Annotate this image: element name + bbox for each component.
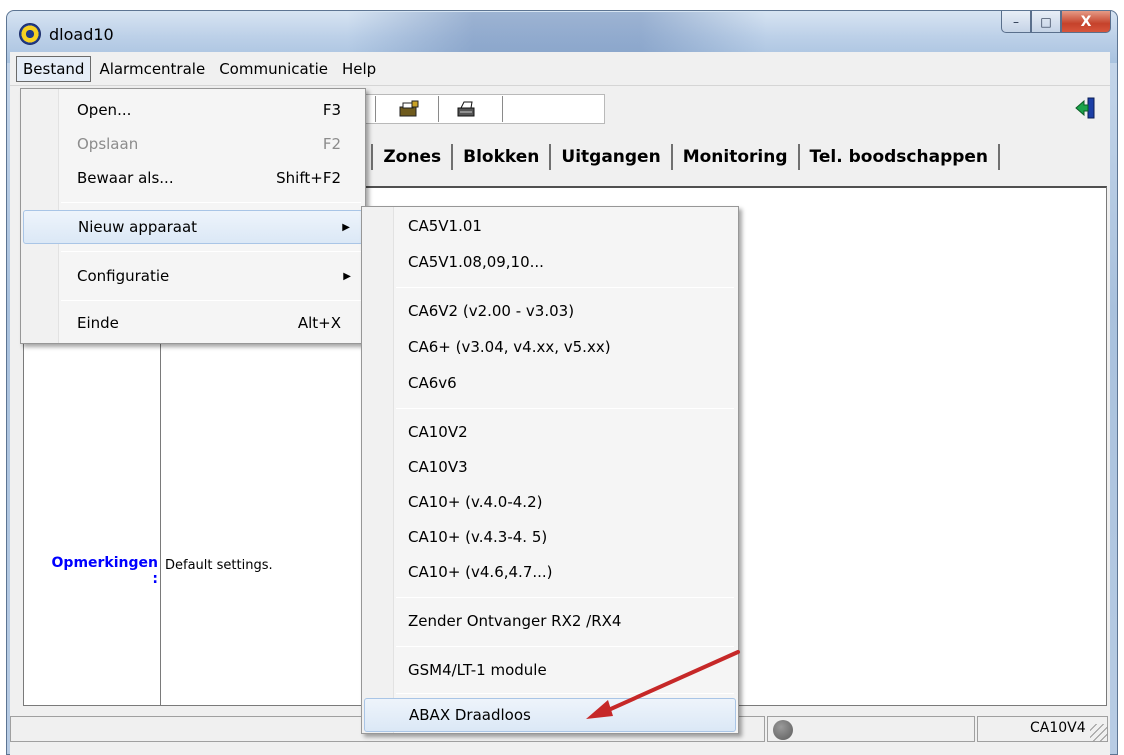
menu-item-bewaar-als[interactable]: Bewaar als... Shift+F2	[23, 161, 363, 195]
device-item-ca10-plus-43[interactable]: CA10+ (v.4.3-4. 5)	[364, 520, 736, 554]
menu-item-label: GSM4/LT-1 module	[408, 661, 547, 679]
menu-item-label: Open...	[77, 101, 132, 119]
menu-item-label: CA6V2 (v2.00 - v3.03)	[408, 302, 575, 320]
menu-item-open[interactable]: Open... F3	[23, 93, 363, 127]
resize-grip-icon[interactable]	[1090, 724, 1108, 742]
device-item-ca5v1-08[interactable]: CA5V1.08,09,10...	[364, 245, 736, 279]
window-title: dload10	[49, 25, 114, 44]
tab-strip: el Zones Blokken Uitgangen Monitoring Te…	[340, 141, 1001, 173]
tab-zones[interactable]: Zones	[373, 144, 454, 170]
status-cell-led	[767, 716, 975, 742]
menu-item-shortcut: F3	[322, 101, 341, 119]
connection-led-icon	[773, 720, 793, 740]
device-item-ca10v3[interactable]: CA10V3	[364, 450, 736, 484]
menu-item-label: CA6+ (v3.04, v4.xx, v5.xx)	[408, 338, 611, 356]
printer-setup-icon[interactable]	[398, 100, 420, 120]
device-item-ca10-plus-46[interactable]: CA10+ (v4.6,4.7...)	[364, 555, 736, 589]
menu-separator	[396, 597, 734, 598]
menu-item-label: CA6v6	[408, 374, 457, 392]
remark-label-text: Opmerkingen	[51, 555, 158, 571]
tab-uitgangen[interactable]: Uitgangen	[551, 144, 673, 170]
menu-bar: Bestand Alarmcentrale Communicatie Help	[10, 52, 1110, 86]
tab-tel-boodschappen[interactable]: Tel. boodschappen	[800, 144, 1001, 170]
menu-separator	[396, 408, 734, 409]
menu-item-label: ABAX Draadloos	[409, 706, 531, 724]
menu-communicatie[interactable]: Communicatie	[213, 57, 334, 81]
toolbar-separator	[438, 96, 439, 122]
device-item-ca6-plus[interactable]: CA6+ (v3.04, v4.xx, v5.xx)	[364, 330, 736, 364]
menu-separator	[61, 202, 361, 203]
remark-label: Opmerkingen :	[24, 555, 158, 587]
menu-item-label: Nieuw apparaat	[78, 218, 198, 236]
device-item-ca6v6[interactable]: CA6v6	[364, 366, 736, 400]
menu-item-einde[interactable]: Einde Alt+X	[23, 306, 363, 340]
device-item-ca5v1-01[interactable]: CA5V1.01	[364, 209, 736, 243]
menu-item-label: Zender Ontvanger RX2 /RX4	[408, 612, 622, 630]
menu-item-label: CA10+ (v4.6,4.7...)	[408, 563, 553, 581]
menu-item-label: Bewaar als...	[77, 169, 174, 187]
menu-item-shortcut: F2	[322, 135, 341, 153]
menu-item-label: Einde	[77, 314, 119, 332]
menu-item-label: CA5V1.01	[408, 217, 482, 235]
submenu-arrow-icon: ▶	[343, 270, 351, 282]
window-controls: – □ X	[1001, 11, 1111, 33]
tab-monitoring[interactable]: Monitoring	[673, 144, 800, 170]
menu-bestand[interactable]: Bestand	[16, 55, 92, 82]
minimize-button[interactable]: –	[1001, 11, 1031, 33]
menu-alarmcentrale[interactable]: Alarmcentrale	[93, 57, 211, 81]
menu-item-label: CA10+ (v.4.3-4. 5)	[408, 528, 548, 546]
toolbar-separator	[375, 96, 376, 122]
menu-item-configuratie[interactable]: Configuratie ▶	[23, 259, 363, 293]
menu-item-label: Opslaan	[77, 135, 139, 153]
menu-item-nieuw-apparaat[interactable]: Nieuw apparaat ▶	[23, 210, 363, 244]
toolbar-separator	[502, 96, 503, 122]
device-item-ca6v2[interactable]: CA6V2 (v2.00 - v3.03)	[364, 294, 736, 328]
menu-separator	[61, 300, 361, 301]
menu-item-opslaan[interactable]: Opslaan F2	[23, 127, 363, 161]
menu-item-label: CA10V3	[408, 458, 468, 476]
maximize-button[interactable]: □	[1031, 11, 1061, 33]
close-button[interactable]: X	[1061, 11, 1111, 33]
device-item-rx2-rx4[interactable]: Zender Ontvanger RX2 /RX4	[364, 604, 736, 638]
menu-item-shortcut: Shift+F2	[276, 169, 341, 187]
menu-separator	[396, 287, 734, 288]
menu-help[interactable]: Help	[336, 57, 382, 81]
menu-item-label: Configuratie	[77, 267, 170, 285]
device-item-ca10-plus-40[interactable]: CA10+ (v.4.0-4.2)	[364, 485, 736, 519]
device-item-ca10v2[interactable]: CA10V2	[364, 415, 736, 449]
status-model: CA10V4	[1030, 720, 1086, 736]
app-logo-icon[interactable]	[19, 23, 41, 45]
menu-item-label: CA10V2	[408, 423, 468, 441]
menu-item-label: CA5V1.08,09,10...	[408, 253, 544, 271]
device-item-abax[interactable]: ABAX Draadloos	[364, 698, 736, 732]
menu-item-shortcut: Alt+X	[297, 314, 341, 332]
submenu-arrow-icon: ▶	[342, 221, 350, 233]
device-item-gsm4[interactable]: GSM4/LT-1 module	[364, 653, 736, 687]
remark-label-colon: :	[152, 571, 158, 587]
menu-separator	[396, 646, 734, 647]
menu-separator	[396, 693, 734, 694]
exit-icon[interactable]	[1074, 96, 1098, 120]
tab-blokken[interactable]: Blokken	[453, 144, 552, 170]
file-menu: Open... F3 Opslaan F2 Bewaar als... Shif…	[20, 88, 366, 344]
menu-item-label: CA10+ (v.4.0-4.2)	[408, 493, 543, 511]
device-submenu: CA5V1.01 CA5V1.08,09,10... CA6V2 (v2.00 …	[361, 206, 739, 734]
printer-icon[interactable]	[455, 100, 477, 120]
menu-separator	[61, 251, 361, 252]
remark-value[interactable]: Default settings.	[165, 558, 273, 573]
